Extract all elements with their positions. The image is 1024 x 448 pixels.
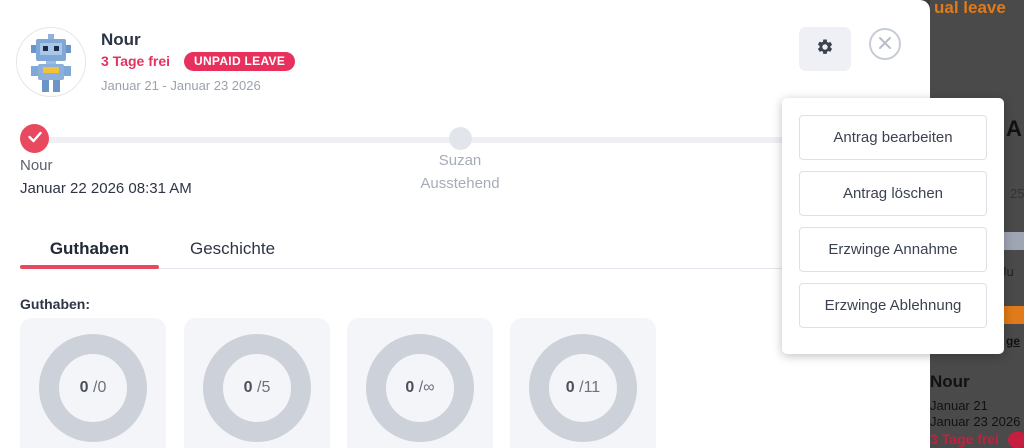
robot-avatar-icon <box>16 27 86 97</box>
leave-type-badge: UNPAID LEAVE <box>184 52 296 71</box>
approval-step-pending <box>449 127 472 150</box>
background-page-title: ual leave <box>934 0 1006 17</box>
tab-history[interactable]: Geschichte <box>190 239 275 259</box>
leave-date-range: Januar 21 - Januar 23 2026 <box>101 78 261 93</box>
balance-used: 0 <box>243 379 253 396</box>
delete-request-button[interactable]: Antrag löschen <box>799 171 987 216</box>
balance-card: 0 /11 <box>510 318 656 448</box>
active-tab-indicator <box>20 265 159 269</box>
balance-donut: 0 /0 <box>39 334 147 442</box>
background-card-date: Januar 23 2026 <box>930 414 1021 429</box>
approval-step-done <box>20 124 49 153</box>
background-card-name: Nour <box>930 372 970 391</box>
settings-button[interactable] <box>799 27 851 71</box>
balance-used: 0 <box>565 379 575 396</box>
balance-donut: 0 /∞ <box>366 334 474 442</box>
background-heading-fragment: A <box>1006 116 1022 141</box>
approval-timestamp: Januar 22 2026 08:31 AM <box>20 180 192 197</box>
edit-request-button[interactable]: Antrag bearbeiten <box>799 115 987 160</box>
balance-card: 0 /∞ <box>347 318 493 448</box>
background-badge <box>1008 432 1024 448</box>
approval-status: Ausstehend <box>420 175 500 192</box>
approval-progress-track <box>34 137 814 143</box>
balance-total: /∞ <box>418 379 435 396</box>
background-link-fragment: ge <box>1006 334 1021 348</box>
free-days-count: 3 Tage frei <box>101 53 170 69</box>
balance-total: /5 <box>257 379 271 396</box>
balance-total: /11 <box>579 379 601 396</box>
gear-icon <box>816 38 834 61</box>
balances-heading: Guthaben: <box>20 296 90 312</box>
close-button[interactable] <box>869 28 901 60</box>
balance-used: 0 <box>79 379 89 396</box>
force-approve-button[interactable]: Erzwinge Annahme <box>799 227 987 272</box>
checkmark-icon <box>27 130 42 148</box>
tab-balances[interactable]: Guthaben <box>20 239 159 259</box>
balance-donut: 0 /11 <box>529 334 637 442</box>
background-text-fragment: 25 <box>1010 186 1024 201</box>
balance-card: 0 /0 <box>20 318 166 448</box>
balance-card: 0 /5 <box>184 318 330 448</box>
balance-donut: 0 /5 <box>203 334 311 442</box>
user-name: Nour <box>101 30 141 49</box>
balance-total: /0 <box>93 379 107 396</box>
balance-used: 0 <box>405 379 415 396</box>
background-card-free-days: 3 Tage frei <box>930 431 999 447</box>
approver-name: Suzan <box>438 152 482 169</box>
force-reject-button[interactable]: Erzwinge Ablehnung <box>799 283 987 328</box>
settings-dropdown-menu: Antrag bearbeiten Antrag löschen Erzwing… <box>782 98 1004 354</box>
approver-name: Nour <box>20 157 53 174</box>
background-card-date: Januar 21 <box>930 398 988 413</box>
close-icon <box>878 34 892 55</box>
